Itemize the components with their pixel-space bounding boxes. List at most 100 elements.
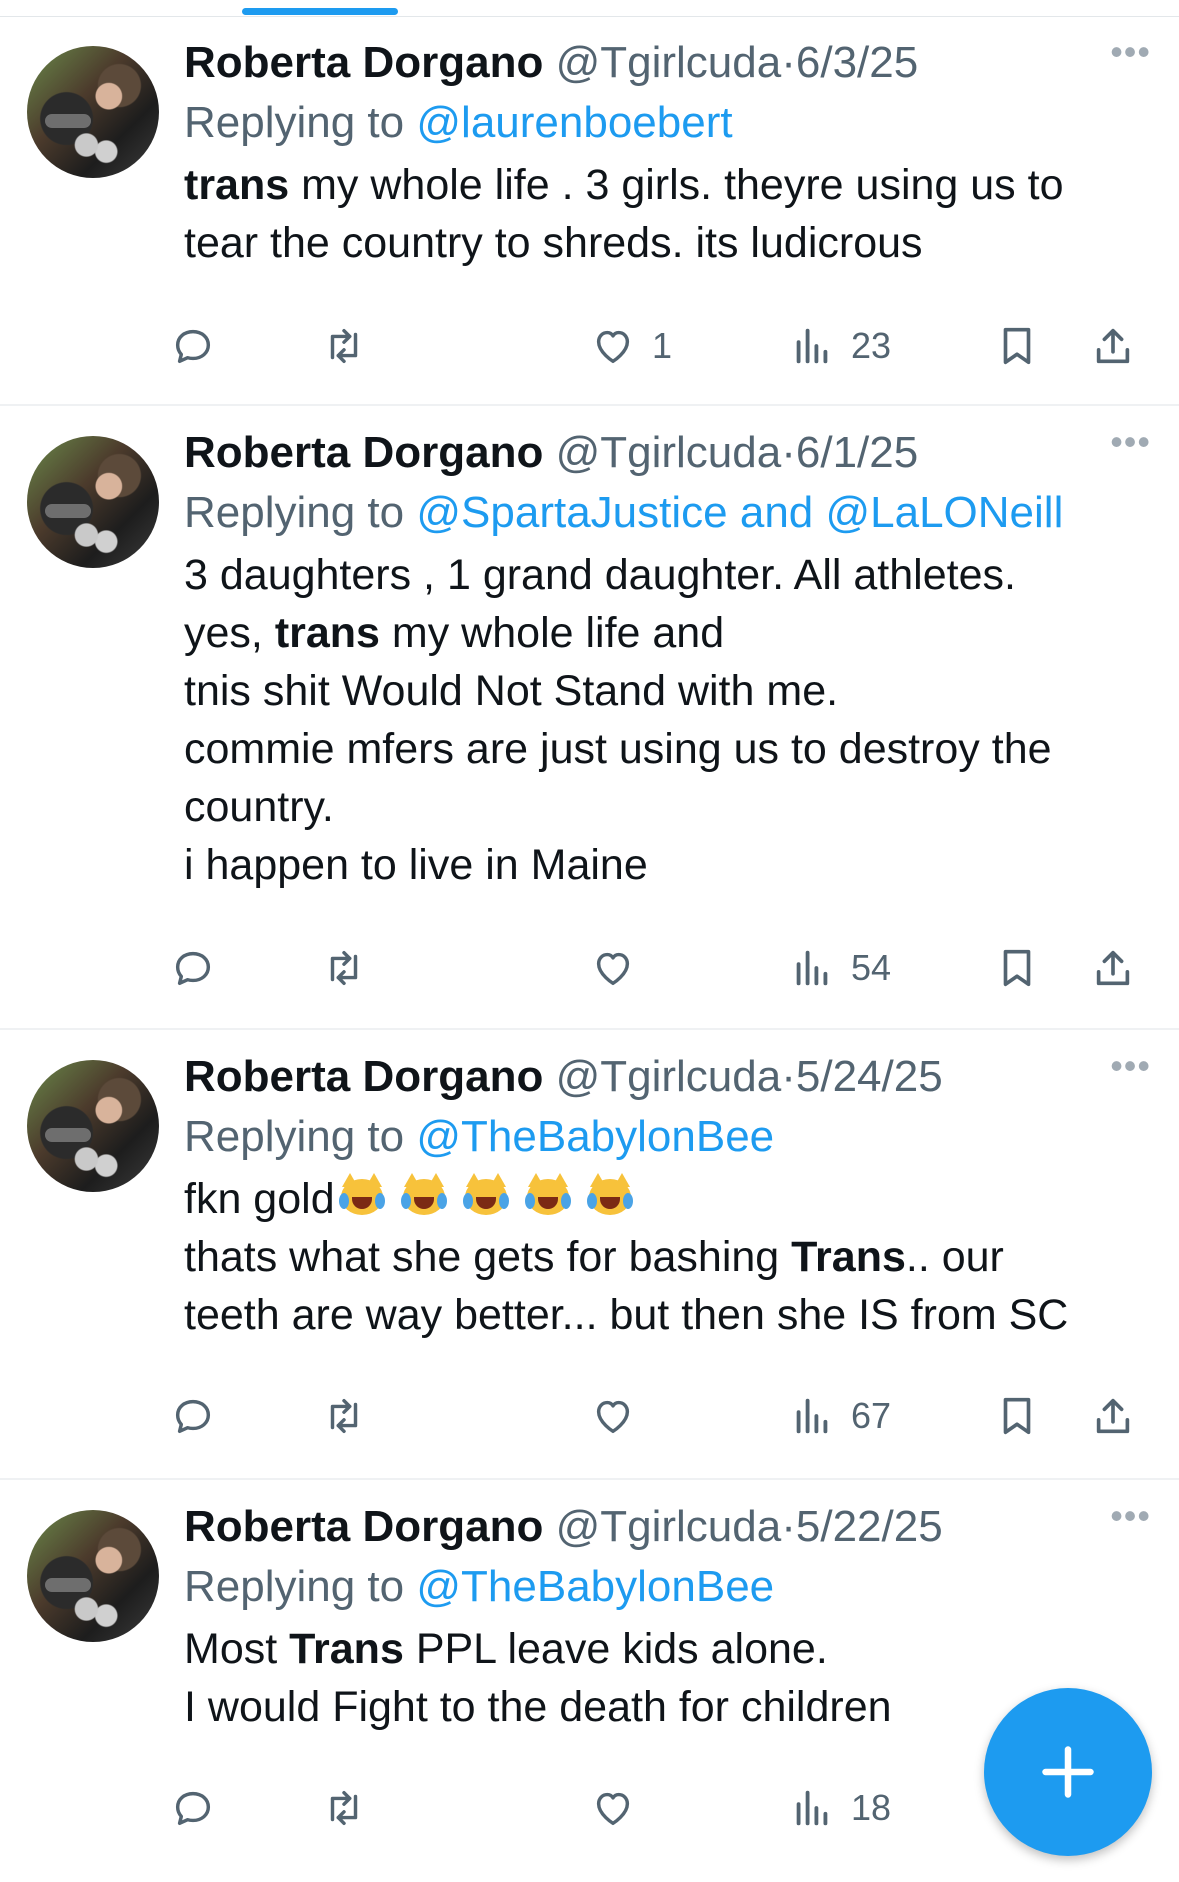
more-options-icon[interactable]: ••• — [1110, 34, 1151, 70]
author-handle[interactable]: @Tgirlcuda — [556, 428, 782, 477]
separator-dot: · — [781, 1502, 796, 1551]
replying-to: Replying to @SpartaJustice and @LaLONeil… — [184, 488, 1063, 538]
compose-button[interactable] — [984, 1688, 1152, 1856]
tweet-text: 3 daughters , 1 grand daughter. All athl… — [184, 546, 1124, 894]
views-button[interactable]: 18 — [789, 1778, 891, 1838]
avatar[interactable] — [27, 46, 159, 178]
reply-button[interactable] — [170, 1386, 216, 1446]
bookmark-button[interactable] — [994, 1386, 1040, 1446]
tweet-date[interactable]: 6/1/25 — [796, 428, 918, 477]
reply-mention[interactable]: @TheBabylonBee — [416, 1112, 774, 1161]
views-button[interactable]: 23 — [789, 316, 891, 376]
share-button[interactable] — [1090, 1386, 1136, 1446]
action-bar: 67 — [175, 1386, 1144, 1446]
action-bar: 1 23 — [175, 316, 1144, 376]
share-icon — [1096, 950, 1130, 986]
retweet-icon — [330, 950, 358, 986]
more-options-icon[interactable]: ••• — [1110, 1048, 1151, 1084]
tweet-text: Most Trans PPL leave kids alone. I would… — [184, 1620, 1124, 1736]
separator-dot: · — [781, 1052, 796, 1101]
action-bar: 54 — [175, 938, 1144, 998]
views-button[interactable]: 54 — [789, 938, 891, 998]
joy-cat-emoji-icon — [399, 1173, 449, 1217]
like-button[interactable] — [590, 938, 636, 998]
top-tab-bar — [0, 0, 1179, 17]
reply-icon — [175, 951, 211, 986]
more-options-icon[interactable]: ••• — [1110, 424, 1151, 460]
text-segment: I would Fight to the death for children — [184, 1683, 892, 1731]
text-segment: thats what she gets for bashing — [184, 1233, 792, 1281]
tweet-date[interactable]: 5/24/25 — [796, 1052, 943, 1101]
bookmark-icon — [1003, 327, 1031, 365]
text-segment: Most — [184, 1625, 290, 1673]
author-handle[interactable]: @Tgirlcuda — [556, 1502, 782, 1551]
tweet[interactable]: Roberta Dorgano @Tgirlcuda·5/24/25 ••• R… — [0, 1030, 1179, 1480]
retweet-button[interactable] — [321, 316, 367, 376]
author-name[interactable]: Roberta Dorgano — [184, 428, 543, 477]
text-line: teeth are way better... but then she IS … — [184, 1286, 1124, 1344]
views-count: 18 — [851, 1787, 892, 1828]
tweet-header: Roberta Dorgano @Tgirlcuda·5/22/25 — [184, 1502, 1159, 1552]
text-segment: .. our — [905, 1233, 1004, 1281]
tweet-text: trans my whole life . 3 girls. theyre us… — [184, 156, 1124, 272]
text-line: fkn gold — [184, 1170, 1124, 1228]
reply-button[interactable] — [170, 938, 216, 998]
text-segment: my whole life and — [379, 609, 725, 657]
retweet-icon — [330, 1398, 358, 1434]
tweet-header: Roberta Dorgano @Tgirlcuda·5/24/25 — [184, 1052, 1159, 1102]
like-icon — [596, 1400, 630, 1434]
text-segment: 3 daughters , 1 grand daughter. All athl… — [184, 551, 1016, 599]
share-icon — [1096, 328, 1130, 364]
text-line: yes, trans my whole life and — [184, 604, 1124, 662]
author-name[interactable]: Roberta Dorgano — [184, 38, 543, 87]
author-name[interactable]: Roberta Dorgano — [184, 1052, 543, 1101]
tweet-date[interactable]: 5/22/25 — [796, 1502, 943, 1551]
emoji-row — [337, 1173, 647, 1223]
text-line: trans my whole life . 3 girls. theyre us… — [184, 156, 1124, 214]
retweet-button[interactable] — [321, 1386, 367, 1446]
share-button[interactable] — [1090, 316, 1136, 376]
text-segment: Trans — [791, 1233, 906, 1281]
like-icon — [596, 330, 630, 364]
tweet[interactable]: Roberta Dorgano @Tgirlcuda·6/1/25 ••• Re… — [0, 406, 1179, 1030]
separator-dot: · — [781, 428, 796, 477]
reply-button[interactable] — [170, 1778, 216, 1838]
like-button[interactable]: 1 — [590, 316, 672, 376]
author-name[interactable]: Roberta Dorgano — [184, 1502, 543, 1551]
tweet[interactable]: Roberta Dorgano @Tgirlcuda·6/3/25 ••• Re… — [0, 16, 1179, 406]
like-button[interactable] — [590, 1778, 636, 1838]
text-segment: commie mfers are just using us to destro… — [184, 725, 1052, 773]
retweet-button[interactable] — [321, 938, 367, 998]
likes-count: 1 — [652, 325, 673, 366]
bookmark-button[interactable] — [994, 316, 1040, 376]
views-icon — [796, 1790, 828, 1826]
avatar[interactable] — [27, 1060, 159, 1192]
text-segment: trans — [274, 609, 380, 657]
author-handle[interactable]: @Tgirlcuda — [556, 38, 782, 87]
reply-button[interactable] — [170, 316, 216, 376]
replying-to: Replying to @TheBabylonBee — [184, 1562, 774, 1612]
views-button[interactable]: 67 — [789, 1386, 891, 1446]
replying-to-label: Replying to — [184, 98, 405, 147]
retweet-icon — [330, 328, 358, 364]
views-count: 23 — [851, 325, 892, 366]
author-handle[interactable]: @Tgirlcuda — [556, 1052, 782, 1101]
like-button[interactable] — [590, 1386, 636, 1446]
share-button[interactable] — [1090, 938, 1136, 998]
tweet-date[interactable]: 6/3/25 — [796, 38, 918, 87]
reply-mention[interactable]: @SpartaJustice and @LaLONeill — [416, 488, 1063, 537]
reply-mention[interactable]: @laurenboebert — [416, 98, 732, 147]
replying-to-label: Replying to — [184, 1112, 405, 1161]
text-segment: i happen to live in Maine — [184, 841, 648, 889]
retweet-button[interactable] — [321, 1778, 367, 1838]
more-options-icon[interactable]: ••• — [1110, 1498, 1151, 1534]
tweet-header: Roberta Dorgano @Tgirlcuda·6/3/25 — [184, 38, 1159, 88]
reply-icon — [175, 1791, 211, 1826]
reply-mention[interactable]: @TheBabylonBee — [416, 1562, 774, 1611]
bookmark-button[interactable] — [994, 938, 1040, 998]
tweet-header: Roberta Dorgano @Tgirlcuda·6/1/25 — [184, 428, 1159, 478]
joy-cat-emoji-icon — [337, 1173, 387, 1217]
joy-cat-emoji-icon — [523, 1173, 573, 1217]
avatar[interactable] — [27, 1510, 159, 1642]
avatar[interactable] — [27, 436, 159, 568]
